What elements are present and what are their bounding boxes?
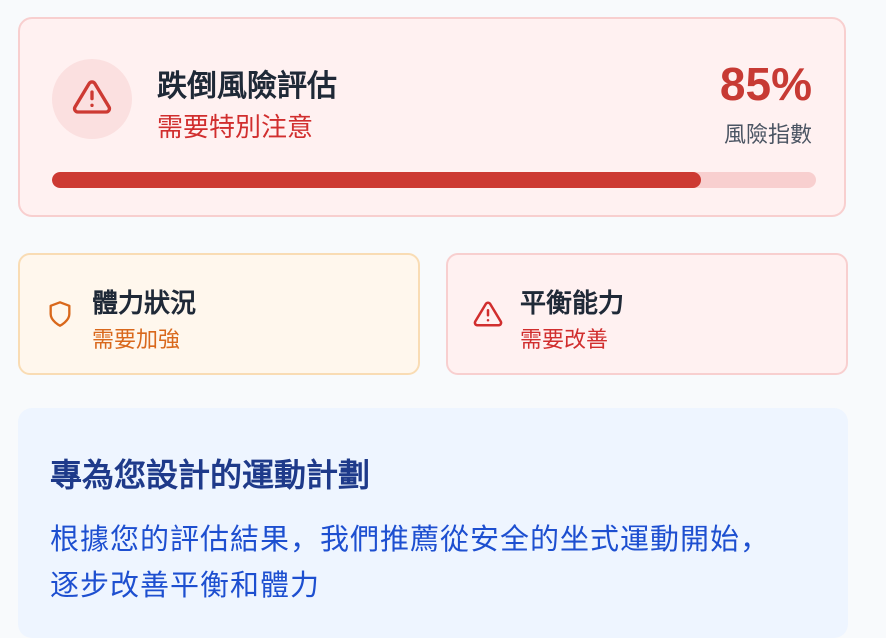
balance-status-card: 平衡能力 需要改善 xyxy=(446,253,848,375)
warning-triangle-icon xyxy=(472,298,504,330)
balance-status: 需要改善 xyxy=(520,328,609,353)
exercise-plan-card: 專為您設計的運動計劃 根據您的評估結果，我們推薦從安全的坐式運動開始，逐步改善平… xyxy=(18,408,848,638)
warning-triangle-icon xyxy=(72,77,112,121)
fitness-title: 體力狀況 xyxy=(92,289,197,319)
fitness-status-card: 體力狀況 需要加強 xyxy=(18,253,420,375)
risk-index-label: 風險指數 xyxy=(723,123,812,148)
risk-percentage: 85% xyxy=(719,58,812,110)
risk-status: 需要特別注意 xyxy=(157,113,314,143)
risk-progress-bar xyxy=(52,172,816,188)
balance-title: 平衡能力 xyxy=(520,289,625,319)
risk-icon-badge xyxy=(52,59,132,139)
fitness-status: 需要加強 xyxy=(92,328,181,353)
risk-title: 跌倒風險評估 xyxy=(157,69,337,104)
risk-progress-fill xyxy=(52,172,702,188)
plan-title: 專為您設計的運動計劃 xyxy=(50,456,371,494)
fall-risk-card: 跌倒風險評估 需要特別注意 85% 風險指數 xyxy=(18,17,846,217)
plan-description: 根據您的評估結果，我們推薦從安全的坐式運動開始，逐步改善平衡和體力 xyxy=(50,522,771,602)
shield-icon xyxy=(44,298,76,330)
